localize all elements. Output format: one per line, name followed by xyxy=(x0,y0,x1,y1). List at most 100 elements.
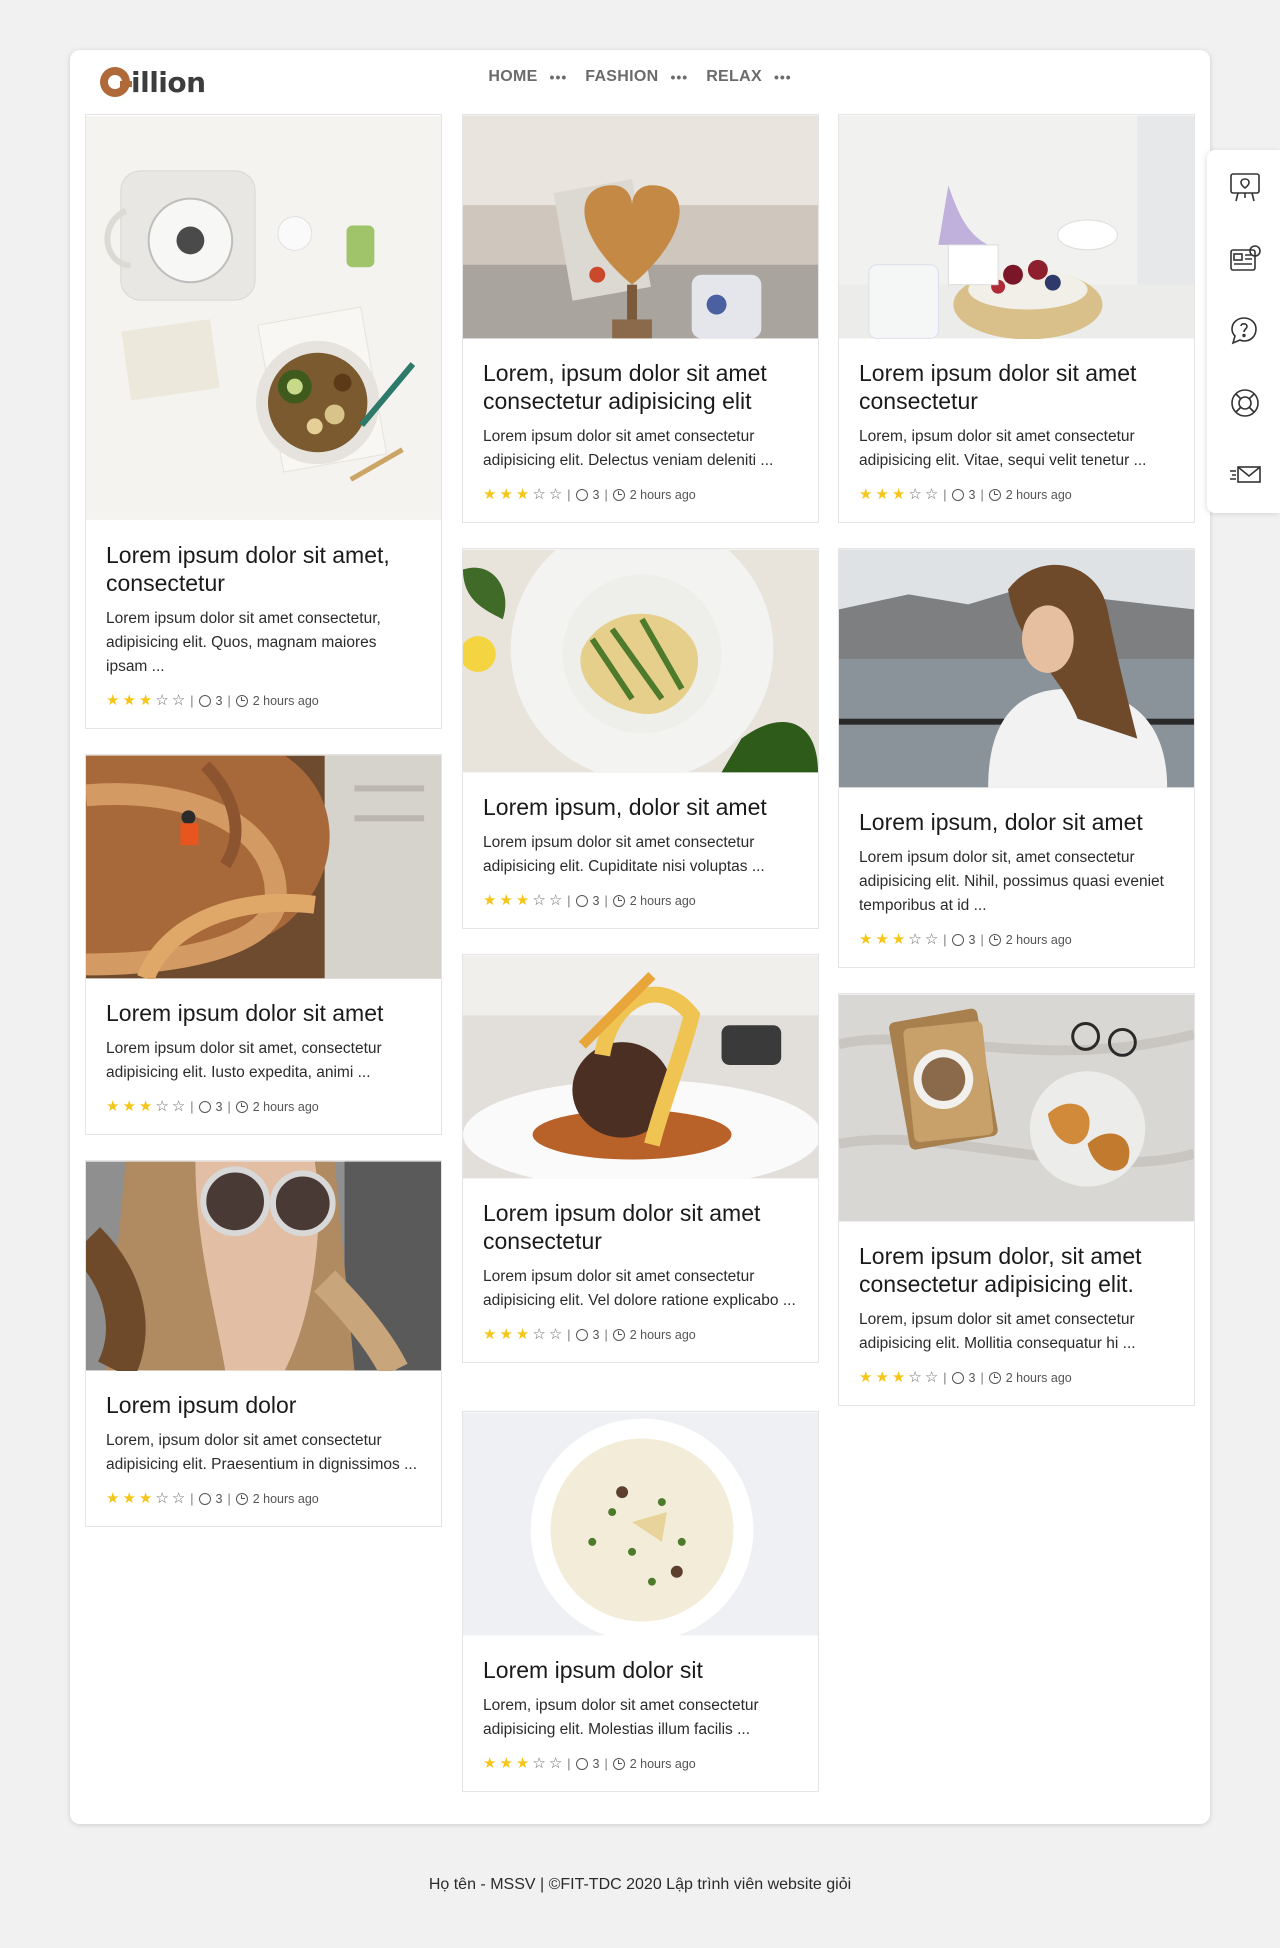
post-meta: ★ ★ ★ ☆ ☆ | 3 | 2 hours ago xyxy=(859,931,1072,948)
star-empty-icon: ☆ xyxy=(532,1326,546,1343)
star-filled-icon: ★ xyxy=(499,486,513,503)
comment-count: 3 xyxy=(592,487,600,502)
more-dots-icon[interactable]: ••• xyxy=(670,70,688,84)
post-image-heart-waffle[interactable] xyxy=(463,115,818,339)
post-card[interactable]: Lorem ipsum dolor sit amet consectetur L… xyxy=(838,114,1195,523)
post-title[interactable]: Lorem ipsum, dolor sit amet xyxy=(859,808,1174,836)
fast-mail-icon[interactable] xyxy=(1228,458,1262,492)
post-time: 2 hours ago xyxy=(252,1099,319,1114)
post-image-woman-sunglasses[interactable] xyxy=(86,1161,441,1371)
comment-count: 3 xyxy=(592,1756,600,1771)
post-time: 2 hours ago xyxy=(629,487,696,502)
clock-icon xyxy=(612,488,625,501)
star-filled-icon: ★ xyxy=(483,1755,497,1772)
star-empty-icon: ☆ xyxy=(532,1755,546,1772)
post-meta: ★ ★ ★ ☆ ☆ | 3 | 2 hours ago xyxy=(483,1755,696,1772)
post-image-fruit-bowl[interactable] xyxy=(839,115,1194,339)
star-empty-icon: ☆ xyxy=(908,1369,922,1386)
nav-item-fashion[interactable]: FASHION ••• xyxy=(585,68,688,86)
post-card[interactable]: Lorem, ipsum dolor sit amet consectetur … xyxy=(462,114,819,523)
star-filled-icon: ★ xyxy=(122,1490,136,1507)
clock-icon xyxy=(988,1371,1001,1384)
more-dots-icon[interactable]: ••• xyxy=(550,70,568,84)
news-icon[interactable] xyxy=(1228,242,1262,276)
star-empty-icon: ☆ xyxy=(532,486,546,503)
post-image-pasta[interactable] xyxy=(463,549,818,773)
post-time: 2 hours ago xyxy=(629,893,696,908)
post-image-woman-waterfront[interactable] xyxy=(839,549,1194,788)
star-filled-icon: ★ xyxy=(891,931,906,948)
help-chat-icon[interactable] xyxy=(1228,314,1262,348)
star-filled-icon: ★ xyxy=(138,1098,153,1115)
post-title[interactable]: Lorem ipsum dolor sit amet, consectetur xyxy=(106,541,421,597)
clock-icon xyxy=(612,1328,625,1341)
post-title[interactable]: Lorem, ipsum dolor sit amet consectetur … xyxy=(483,359,798,415)
post-excerpt: Lorem, ipsum dolor sit amet consectetur … xyxy=(859,428,1147,469)
post-card[interactable]: Lorem ipsum, dolor sit amet Lorem ipsum … xyxy=(838,548,1195,968)
post-image-risotto[interactable] xyxy=(463,1412,818,1636)
post-image-gourmet-dish[interactable] xyxy=(463,955,818,1179)
comment-count: 3 xyxy=(592,1327,600,1342)
post-title[interactable]: Lorem ipsum dolor sit xyxy=(483,1656,798,1684)
post-title[interactable]: Lorem ipsum dolor sit amet consectetur xyxy=(483,1199,798,1255)
presentation-icon[interactable] xyxy=(1228,170,1262,204)
more-dots-icon[interactable]: ••• xyxy=(774,70,792,84)
comment-icon xyxy=(575,488,588,501)
post-title[interactable]: Lorem ipsum dolor sit amet xyxy=(106,999,421,1027)
lifebuoy-icon[interactable] xyxy=(1228,386,1262,420)
star-filled-icon: ★ xyxy=(859,486,873,503)
post-card[interactable]: Lorem ipsum dolor sit amet Lorem ipsum d… xyxy=(85,754,442,1135)
post-image-coffee-croissant[interactable] xyxy=(839,994,1194,1222)
star-empty-icon: ☆ xyxy=(155,1098,169,1115)
post-excerpt: Lorem ipsum dolor sit amet consectetur a… xyxy=(483,834,765,875)
comment-count: 3 xyxy=(592,893,600,908)
comment-count: 3 xyxy=(968,1370,976,1385)
post-meta: ★ ★ ★ ☆ ☆ | 3 | 2 hours ago xyxy=(483,892,696,909)
post-title[interactable]: Lorem ipsum dolor sit amet consectetur xyxy=(859,359,1174,415)
post-excerpt: Lorem ipsum dolor sit amet, consectetur … xyxy=(106,1040,382,1081)
post-image-food-flatlay[interactable] xyxy=(86,115,441,521)
star-empty-icon: ☆ xyxy=(171,1098,186,1115)
post-time: 2 hours ago xyxy=(1005,932,1072,947)
main-nav: HOME ••• FASHION ••• RELAX ••• xyxy=(70,68,1210,86)
post-excerpt: Lorem, ipsum dolor sit amet consectetur … xyxy=(106,1432,417,1473)
post-card[interactable]: Lorem ipsum dolor, sit amet consectetur … xyxy=(838,993,1195,1406)
post-image-staircase[interactable] xyxy=(86,755,441,979)
star-filled-icon: ★ xyxy=(138,692,153,709)
post-card[interactable]: Lorem ipsum dolor Lorem, ipsum dolor sit… xyxy=(85,1160,442,1527)
post-title[interactable]: Lorem ipsum dolor xyxy=(106,1391,421,1419)
post-meta: ★ ★ ★ ☆ ☆ | 3 | 2 hours ago xyxy=(106,692,319,709)
comment-icon xyxy=(951,488,964,501)
star-empty-icon: ☆ xyxy=(924,486,939,503)
star-empty-icon: ☆ xyxy=(548,892,563,909)
post-card[interactable]: Lorem ipsum dolor sit amet, consectetur … xyxy=(85,114,442,729)
post-card[interactable]: Lorem ipsum dolor sit amet consectetur L… xyxy=(462,954,819,1363)
post-meta: ★ ★ ★ ☆ ☆ | 3 | 2 hours ago xyxy=(106,1098,319,1115)
star-filled-icon: ★ xyxy=(891,1369,906,1386)
post-excerpt: Lorem ipsum dolor sit amet consectetur a… xyxy=(483,428,774,469)
comment-count: 3 xyxy=(968,932,976,947)
clock-icon xyxy=(235,694,248,707)
star-filled-icon: ★ xyxy=(859,931,873,948)
comment-count: 3 xyxy=(215,693,223,708)
star-empty-icon: ☆ xyxy=(548,1326,563,1343)
post-excerpt: Lorem, ipsum dolor sit amet consectetur … xyxy=(859,1311,1136,1352)
comment-icon xyxy=(575,894,588,907)
post-card[interactable]: Lorem ipsum, dolor sit amet Lorem ipsum … xyxy=(462,548,819,929)
star-empty-icon: ☆ xyxy=(155,692,169,709)
star-filled-icon: ★ xyxy=(483,892,497,909)
comment-icon xyxy=(198,1492,211,1505)
star-filled-icon: ★ xyxy=(499,892,513,909)
star-filled-icon: ★ xyxy=(106,1490,120,1507)
star-filled-icon: ★ xyxy=(499,1326,513,1343)
comment-icon xyxy=(575,1328,588,1341)
nav-item-home[interactable]: HOME ••• xyxy=(488,68,567,86)
star-empty-icon: ☆ xyxy=(908,931,922,948)
post-card[interactable]: Lorem ipsum dolor sit Lorem, ipsum dolor… xyxy=(462,1411,819,1792)
side-toolbar xyxy=(1207,150,1280,513)
post-title[interactable]: Lorem ipsum dolor, sit amet consectetur … xyxy=(859,1242,1174,1298)
post-title[interactable]: Lorem ipsum, dolor sit amet xyxy=(483,793,798,821)
star-filled-icon: ★ xyxy=(499,1755,513,1772)
nav-item-relax[interactable]: RELAX ••• xyxy=(706,68,791,86)
star-filled-icon: ★ xyxy=(515,486,530,503)
